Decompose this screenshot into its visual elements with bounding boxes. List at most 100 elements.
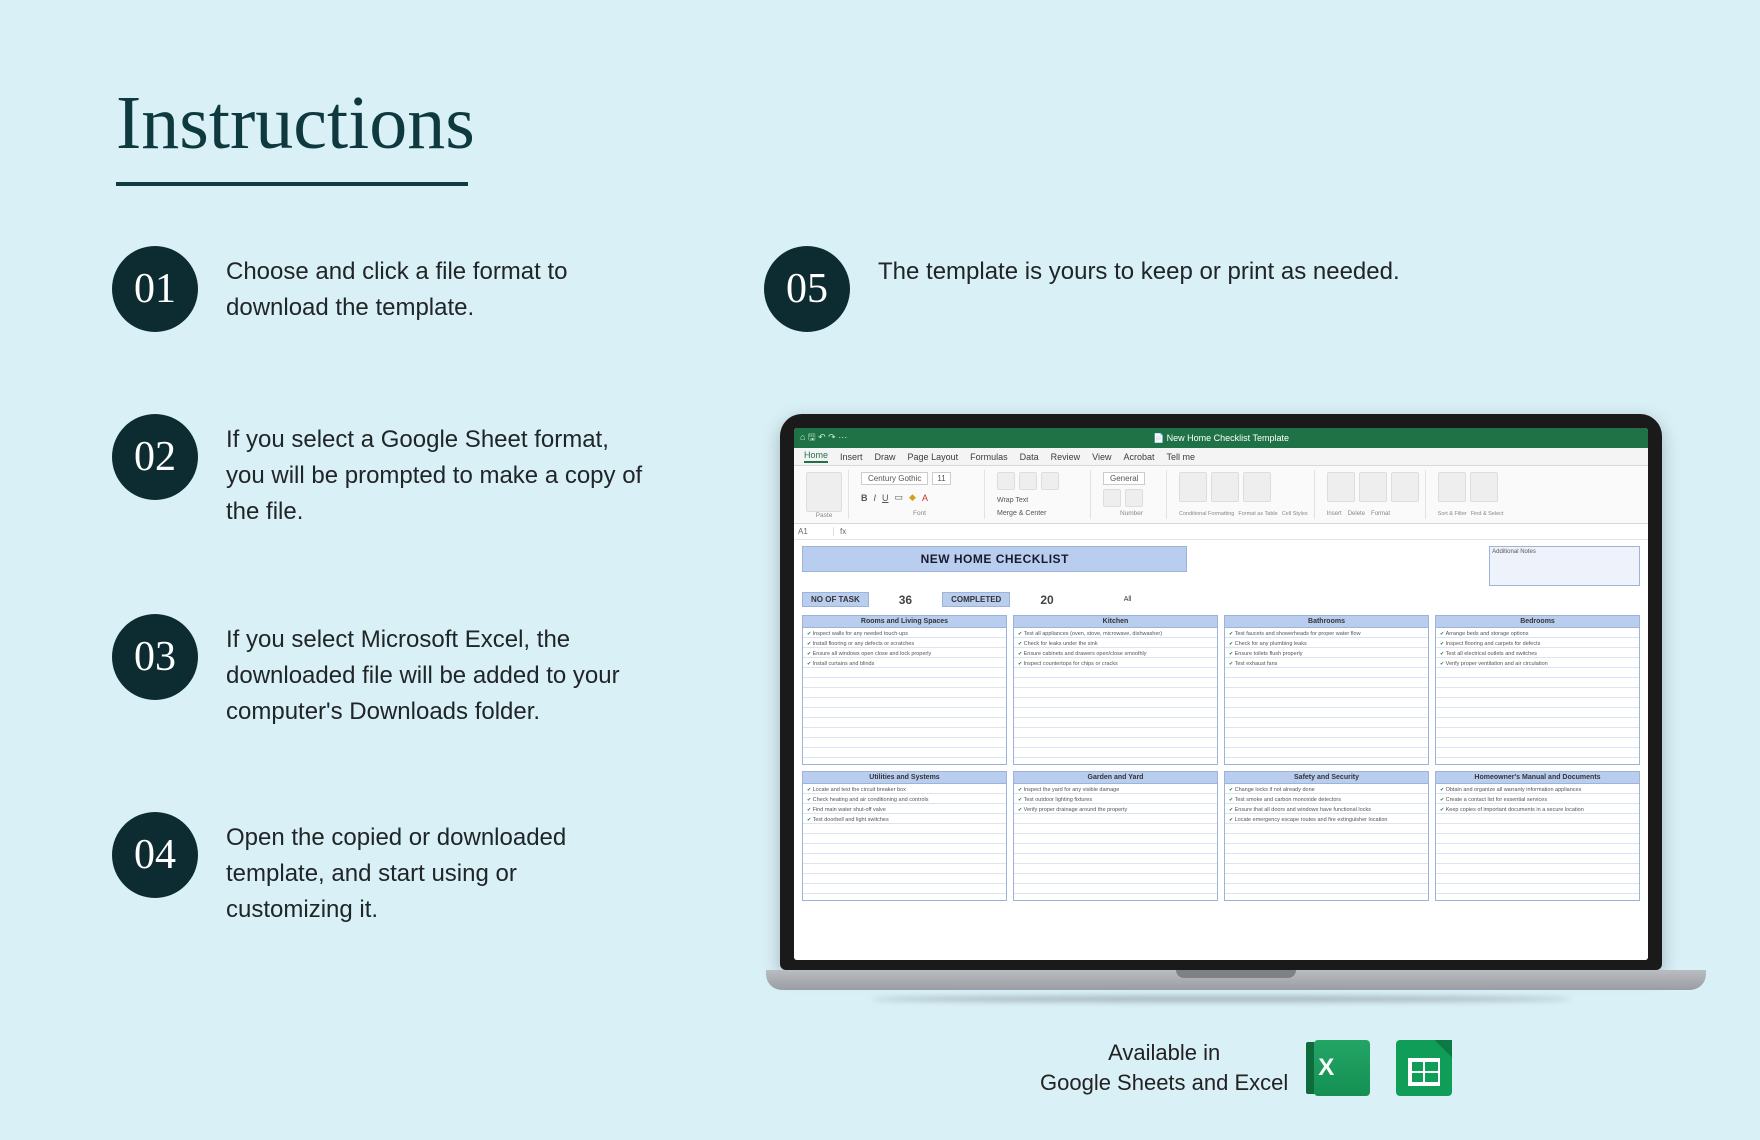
ribbon-label-cellstyles: Cell Styles [1282,511,1308,517]
ribbon-styles: Conditional Formatting Format as Table C… [1173,470,1315,519]
availability: Available in Google Sheets and Excel [1040,1038,1452,1097]
align-icon [1041,472,1059,490]
section-header: Utilities and Systems [803,772,1006,784]
tab-tell-me: Tell me [1167,452,1196,462]
ribbon-label-number: Number [1103,510,1160,517]
sections-top: Rooms and Living SpacesInspect walls for… [802,615,1640,765]
step-text-04: Open the copied or downloaded template, … [226,812,646,928]
font-size: 11 [932,472,950,485]
excel-screen: ⌂ 🖫 ↶ ↷ ⋯ 📄 New Home Checklist Template … [794,428,1648,960]
fx-label: fx [834,527,852,536]
tab-insert: Insert [840,452,863,462]
sort-icon [1438,472,1466,502]
wrap-text-label: Wrap Text [997,497,1028,504]
tab-acrobat: Acrobat [1124,452,1155,462]
excel-titlebar: ⌂ 🖫 ↶ ↷ ⋯ 📄 New Home Checklist Template [794,428,1648,448]
tasks-value: 36 [881,593,930,607]
step-text-01: Choose and click a file format to downlo… [226,246,646,326]
format-table-icon [1211,472,1239,502]
ribbon-number: General Number [1097,470,1167,519]
ribbon-font: Century Gothic 11 B I U ▭ ◆ A Font [855,470,985,519]
ribbon-label-format: Format [1371,511,1390,517]
section-box: KitchenTest all appliances (oven, stove,… [1013,615,1218,765]
ribbon-label-sort: Sort & Filter [1438,511,1467,517]
step-05: 05 The template is yours to keep or prin… [764,246,1400,332]
ribbon-cells: Insert Delete Format [1321,470,1426,519]
ribbon-label-table: Format as Table [1238,511,1277,517]
section-box: Garden and YardInspect the yard for any … [1013,771,1218,901]
number-format: General [1103,472,1145,485]
section-box: Rooms and Living SpacesInspect walls for… [802,615,1007,765]
step-badge-02: 02 [112,414,198,500]
ribbon-label-find: Find & Select [1471,511,1504,517]
ribbon-clipboard: Paste [800,470,849,519]
excel-icon [1314,1040,1370,1096]
step-badge-04: 04 [112,812,198,898]
laptop-mockup: ⌂ 🖫 ↶ ↷ ⋯ 📄 New Home Checklist Template … [766,414,1676,1002]
align-icon [1019,472,1037,490]
tasks-label: NO OF TASK [802,592,869,607]
ribbon-tabs: Home Insert Draw Page Layout Formulas Da… [794,448,1648,466]
availability-line2: Google Sheets and Excel [1040,1068,1288,1098]
ribbon: Paste Century Gothic 11 B I U ▭ ◆ A Font… [794,466,1648,524]
section-box: Safety and SecurityChange locks if not a… [1224,771,1429,901]
excel-title-text: New Home Checklist Template [1167,433,1289,443]
percent-icon [1125,489,1143,507]
step-badge-05: 05 [764,246,850,332]
title-underline [116,182,468,186]
currency-icon [1103,489,1121,507]
section-box: Utilities and SystemsLocate and test the… [802,771,1007,901]
tab-data: Data [1020,452,1039,462]
tab-review: Review [1051,452,1081,462]
section-box: BedroomsArrange beds and storage options… [1435,615,1640,765]
delete-icon [1359,472,1387,502]
page-title: Instructions [116,80,475,167]
laptop-base [766,970,1706,990]
filter-all: All [1124,596,1132,603]
section-box: BathroomsTest faucets and showerheads fo… [1224,615,1429,765]
font-name: Century Gothic [861,472,928,485]
formula-bar: A1 fx [794,524,1648,540]
format-icon [1391,472,1419,502]
step-04: 04 Open the copied or downloaded templat… [112,812,646,928]
ribbon-label-paste: Paste [806,512,842,519]
section-header: Safety and Security [1225,772,1428,784]
step-01: 01 Choose and click a file format to dow… [112,246,646,332]
laptop-shadow [871,996,1571,1002]
cell-reference: A1 [794,527,834,536]
sheet-title: NEW HOME CHECKLIST [802,546,1187,572]
section-box: Homeowner's Manual and DocumentsObtain a… [1435,771,1640,901]
step-02: 02 If you select a Google Sheet format, … [112,414,646,530]
tab-home: Home [804,450,828,463]
paste-icon [806,472,842,512]
excel-title: 📄 New Home Checklist Template [1153,433,1289,444]
merge-label: Merge & Center [997,510,1046,517]
window-quick-icons: ⌂ 🖫 ↶ ↷ ⋯ [800,430,847,446]
cell-styles-icon [1243,472,1271,502]
tab-page-layout: Page Layout [908,452,959,462]
section-header: Garden and Yard [1014,772,1217,784]
laptop-screen-shell: ⌂ 🖫 ↶ ↷ ⋯ 📄 New Home Checklist Template … [780,414,1662,970]
ribbon-label-delete: Delete [1348,511,1365,517]
ribbon-alignment: Wrap Text Merge & Center [991,470,1091,519]
insert-icon [1327,472,1355,502]
step-text-05: The template is yours to keep or print a… [878,246,1400,290]
step-badge-03: 03 [112,614,198,700]
step-text-02: If you select a Google Sheet format, you… [226,414,646,530]
stats-row: NO OF TASK 36 COMPLETED 20 All [802,592,1640,607]
ribbon-label-font: Font [861,510,978,517]
tab-view: View [1092,452,1111,462]
section-header: Kitchen [1014,616,1217,628]
completed-label: COMPLETED [942,592,1010,607]
step-text-03: If you select Microsoft Excel, the downl… [226,614,646,730]
ribbon-label-insert: Insert [1327,511,1342,517]
availability-text: Available in Google Sheets and Excel [1040,1038,1288,1097]
section-header: Rooms and Living Spaces [803,616,1006,628]
additional-notes-box: Additional Notes [1489,546,1640,586]
tab-formulas: Formulas [970,452,1008,462]
section-header: Homeowner's Manual and Documents [1436,772,1639,784]
sections-bottom: Utilities and SystemsLocate and test the… [802,771,1640,901]
section-header: Bathrooms [1225,616,1428,628]
find-icon [1470,472,1498,502]
google-sheets-icon [1396,1040,1452,1096]
